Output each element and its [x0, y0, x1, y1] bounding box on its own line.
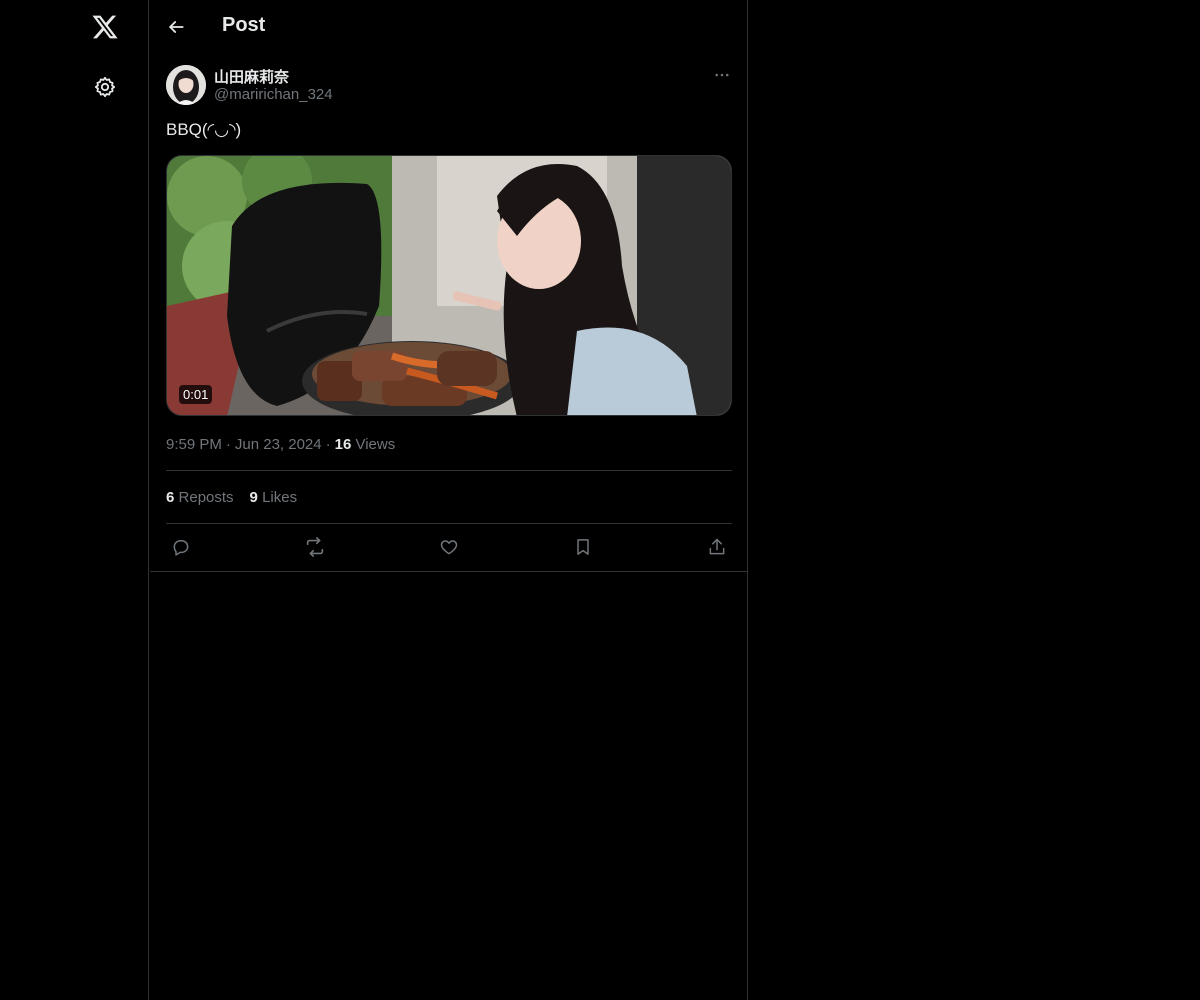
- share-icon: [709, 538, 725, 555]
- separator-dot: ·: [225, 436, 231, 453]
- reply-button[interactable]: [166, 535, 196, 559]
- repost-icon: [306, 537, 324, 557]
- bookmark-button[interactable]: [568, 535, 598, 559]
- post-date[interactable]: Jun 23, 2024: [235, 436, 322, 453]
- views-label: Views: [355, 436, 396, 453]
- post-stats: 6 Reposts 9 Likes: [166, 489, 297, 506]
- more-button[interactable]: [712, 65, 732, 85]
- bookmark-icon: [577, 539, 589, 555]
- back-button[interactable]: [164, 15, 188, 39]
- post-video[interactable]: 0:01: [166, 155, 732, 416]
- more-icon: [715, 73, 729, 77]
- post-bottom-divider: [150, 571, 748, 572]
- divider: [166, 523, 732, 524]
- reposts-stat[interactable]: 6 Reposts: [166, 489, 234, 506]
- likes-stat[interactable]: 9 Likes: [250, 489, 298, 506]
- post-meta: 9:59 PM · Jun 23, 2024 · 16 Views: [166, 436, 395, 453]
- gear-icon: [94, 76, 116, 98]
- repost-button[interactable]: [300, 535, 330, 559]
- back-arrow-icon: [169, 21, 184, 33]
- views-count: 16: [334, 436, 352, 453]
- like-button[interactable]: [434, 535, 464, 559]
- left-nav: [0, 0, 149, 1000]
- share-button[interactable]: [702, 535, 732, 559]
- avatar[interactable]: [166, 65, 206, 105]
- reposts-label: Reposts: [178, 489, 234, 506]
- likes-count: 9: [249, 489, 258, 506]
- app: Post 山田麻莉奈 @maririchan_324 BBQ(◜◡◝) 0:01…: [0, 0, 1200, 1000]
- avatar-image: [166, 65, 206, 105]
- likes-label: Likes: [262, 489, 298, 506]
- video-thumbnail: [167, 156, 731, 415]
- post-actions: [166, 535, 732, 559]
- x-logo-icon: [92, 15, 118, 39]
- page-title: Post: [222, 14, 266, 36]
- main-column: Post 山田麻莉奈 @maririchan_324 BBQ(◜◡◝) 0:01…: [150, 0, 748, 1000]
- page-header: Post: [150, 0, 748, 54]
- post-text: BBQ(◜◡◝): [166, 120, 242, 139]
- video-duration: 0:01: [179, 385, 213, 404]
- divider: [166, 470, 732, 471]
- reply-icon: [173, 540, 189, 556]
- separator-dot: ·: [325, 436, 331, 453]
- post-time[interactable]: 9:59 PM: [166, 436, 222, 453]
- author-display-name[interactable]: 山田麻莉奈: [214, 66, 289, 87]
- home-logo-link[interactable]: [89, 11, 121, 43]
- like-icon: [440, 540, 458, 555]
- settings-button[interactable]: [91, 73, 119, 101]
- author-handle[interactable]: @maririchan_324: [214, 86, 333, 103]
- reposts-count: 6: [166, 489, 175, 506]
